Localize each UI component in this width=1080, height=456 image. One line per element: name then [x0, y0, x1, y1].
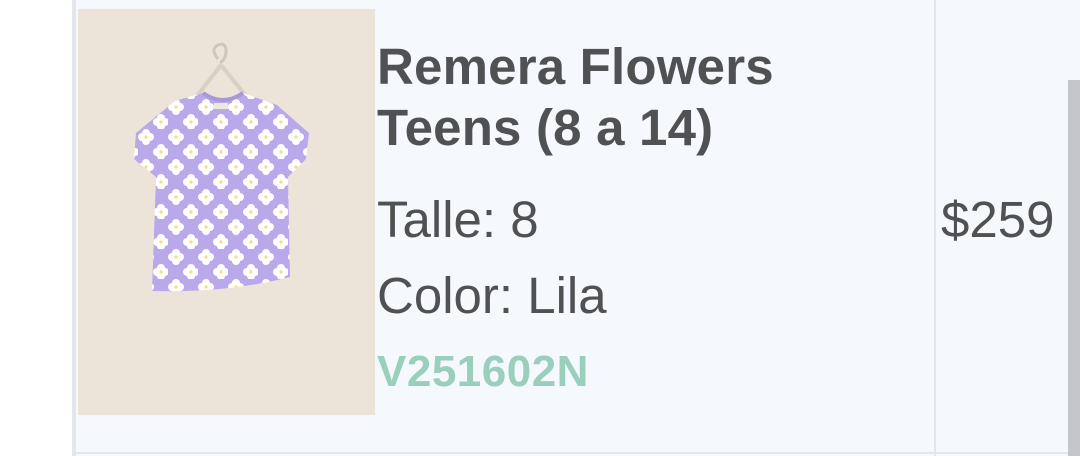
column-divider: [934, 0, 936, 456]
product-title[interactable]: Remera Flowers Teens (8 a 14): [377, 36, 927, 158]
color-value: Lila: [527, 267, 607, 324]
product-size: Talle: 8: [377, 189, 539, 250]
left-margin: [0, 0, 74, 456]
size-label: Talle:: [377, 191, 497, 248]
row-bottom-divider: [76, 452, 1080, 454]
size-value: 8: [510, 191, 539, 248]
product-image[interactable]: [78, 9, 375, 415]
tshirt-hanger-icon: [78, 9, 375, 415]
product-sku: V251602N: [377, 347, 589, 396]
product-color: Color: Lila: [377, 265, 607, 326]
product-price: $259: [941, 191, 1055, 248]
color-label: Color:: [377, 267, 514, 324]
scrollbar-thumb[interactable]: [1068, 80, 1080, 456]
row-left-divider: [72, 0, 76, 456]
